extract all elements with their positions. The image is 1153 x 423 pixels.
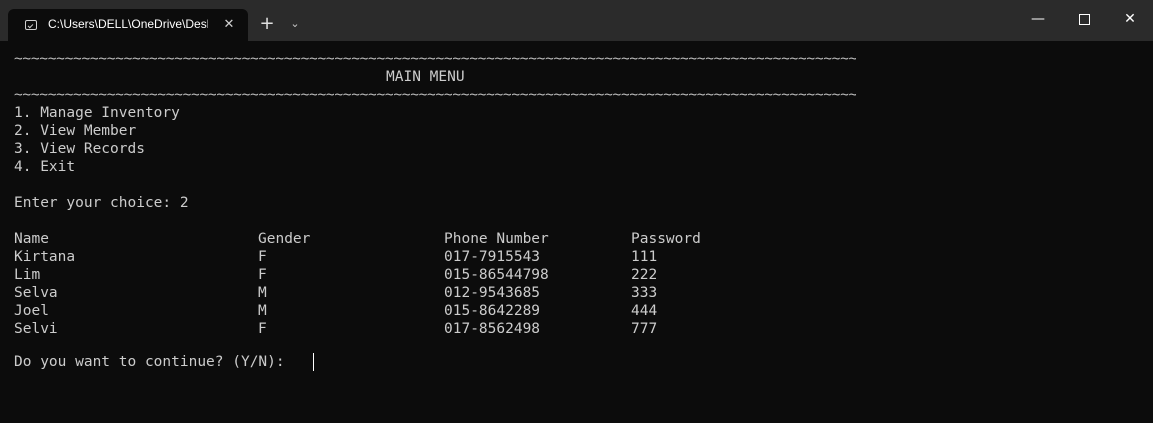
terminal-output[interactable]: ~~~~~~~~~~~~~~~~~~~~~~~~~~~~~~~~~~~~~~~~… xyxy=(0,41,1153,423)
menu-item: 4. Exit xyxy=(14,159,76,175)
cell-password: 111 xyxy=(631,249,658,265)
menu-title: MAIN MENU xyxy=(386,69,465,85)
tab-title: C:\Users\DELL\OneDrive\Desk xyxy=(48,17,208,31)
title-bar: C:\Users\DELL\OneDrive\Desk ✕ + ⌄ — ✕ xyxy=(0,0,1153,41)
separator-line: ~~~~~~~~~~~~~~~~~~~~~~~~~~~~~~~~~~~~~~~~… xyxy=(14,51,856,67)
cell-gender: M xyxy=(258,303,267,319)
cell-name: Selvi xyxy=(14,321,58,337)
maximize-icon xyxy=(1078,13,1090,25)
continue-prompt: Do you want to continue? (Y/N): xyxy=(14,354,294,370)
cell-gender: F xyxy=(258,249,267,265)
cell-name: Selva xyxy=(14,285,58,301)
menu-item: 1. Manage Inventory xyxy=(14,105,180,121)
chevron-down-icon[interactable]: ⌄ xyxy=(286,15,304,33)
cell-password: 222 xyxy=(631,267,658,283)
header-password: Password xyxy=(631,231,701,247)
cell-password: 777 xyxy=(631,321,658,337)
text-cursor[interactable] xyxy=(313,353,314,371)
menu-item: 3. View Records xyxy=(14,141,145,157)
cell-name: Joel xyxy=(14,303,49,319)
cell-phone: 012-9543685 xyxy=(444,285,541,301)
menu-item: 2. View Member xyxy=(14,123,137,139)
cell-phone: 017-8562498 xyxy=(444,321,541,337)
header-gender: Gender xyxy=(258,231,311,247)
cell-phone: 015-86544798 xyxy=(444,267,549,283)
cell-name: Kirtana xyxy=(14,249,76,265)
close-tab-icon[interactable]: ✕ xyxy=(220,16,238,34)
terminal-icon xyxy=(25,20,37,30)
new-tab-button[interactable]: + xyxy=(256,13,278,35)
cell-name: Lim xyxy=(14,267,41,283)
header-phone: Phone Number xyxy=(444,231,549,247)
cell-gender: F xyxy=(258,267,267,283)
terminal-tab[interactable]: C:\Users\DELL\OneDrive\Desk ✕ xyxy=(8,9,248,41)
cell-phone: 017-7915543 xyxy=(444,249,541,265)
minimize-button[interactable]: — xyxy=(1015,0,1061,41)
maximize-button[interactable] xyxy=(1061,0,1107,41)
cell-password: 333 xyxy=(631,285,658,301)
cell-phone: 015-8642289 xyxy=(444,303,541,319)
separator-line: ~~~~~~~~~~~~~~~~~~~~~~~~~~~~~~~~~~~~~~~~… xyxy=(14,87,856,103)
cell-password: 444 xyxy=(631,303,658,319)
close-window-button[interactable]: ✕ xyxy=(1107,0,1153,41)
cell-gender: M xyxy=(258,285,267,301)
choice-prompt: Enter your choice: 2 xyxy=(14,195,189,211)
header-name: Name xyxy=(14,231,49,247)
cell-gender: F xyxy=(258,321,267,337)
